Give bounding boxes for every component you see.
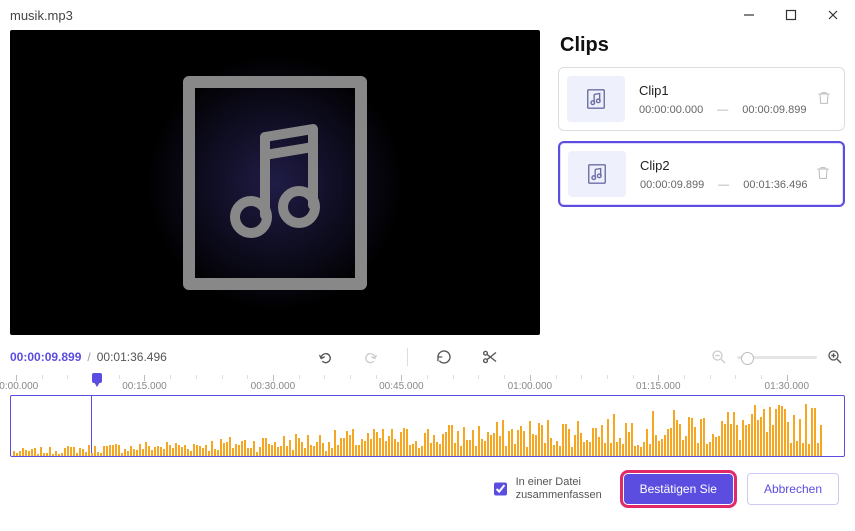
clip-time-separator: — [718,179,729,191]
music-note-icon [225,123,325,243]
close-button[interactable] [821,3,845,27]
timeline-ruler[interactable]: 00:00.00000:15.00000:30.00000:45.00001:0… [10,375,845,395]
undo-icon [316,348,334,366]
ruler-label: 00:30.000 [251,381,296,392]
clip-times: 00:00:00.000 — 00:00:09.899 [639,104,816,116]
current-time: 00:00:09.899 [10,350,81,364]
zoom-out-icon [710,348,728,366]
window-controls [737,3,845,27]
zoom-in-button[interactable] [825,347,845,367]
clip-card[interactable]: Clip1 00:00:00.000 — 00:00:09.899 [558,67,845,131]
scissors-icon [481,348,499,366]
control-divider [407,348,408,366]
merge-checkbox[interactable] [494,482,507,496]
clip-card[interactable]: Clip2 00:00:09.899 — 00:01:36.496 [558,141,845,207]
clip-thumbnail [568,151,626,197]
clip-name: Clip1 [639,83,816,98]
clip-thumbnail [567,76,625,122]
merge-label-text: In einer Datei zusammenfassen [516,476,610,502]
zoom-slider-thumb[interactable] [741,352,754,365]
zoom-controls [709,347,845,367]
clip-info: Clip1 00:00:00.000 — 00:00:09.899 [639,83,816,116]
clip-delete-button[interactable] [816,90,832,109]
clip-times: 00:00:09.899 — 00:01:36.496 [640,179,815,191]
edit-controls [107,347,709,367]
clip-end: 00:01:36.496 [743,179,807,191]
ruler-label: 00:00.000 [0,381,38,392]
clip-name: Clip2 [640,158,815,173]
clip-end: 00:00:09.899 [742,104,806,116]
merge-checkbox-label[interactable]: In einer Datei zusammenfassen [490,476,610,502]
music-file-icon [586,163,608,185]
playhead[interactable] [90,373,104,387]
undo-button[interactable] [315,347,335,367]
minimize-icon [743,9,755,21]
window-title: musik.mp3 [10,8,737,23]
media-preview [10,30,540,335]
cut-button[interactable] [480,347,500,367]
waveform-track[interactable] [10,395,845,457]
maximize-icon [785,9,797,21]
clip-time-separator: — [717,104,728,116]
main-area: Clips Clip1 00:00:00.000 — 00:00:09.899 [0,30,855,335]
clip-info: Clip2 00:00:09.899 — 00:01:36.496 [640,158,815,191]
trash-icon [815,165,831,181]
minimize-button[interactable] [737,3,761,27]
ruler-label: 01:30.000 [765,381,810,392]
redo-button[interactable] [361,347,381,367]
close-icon [827,9,839,21]
music-file-icon [585,88,607,110]
waveform [11,396,844,456]
zoom-out-button[interactable] [709,347,729,367]
maximize-button[interactable] [779,3,803,27]
music-frame [183,76,367,290]
ruler-label: 01:15.000 [636,381,681,392]
ruler-label: 00:45.000 [379,381,424,392]
refresh-icon [435,348,453,366]
confirm-button[interactable]: Bestätigen Sie [624,474,733,504]
controls-row: 00:00:09.899 / 00:01:36.496 [0,335,855,371]
clip-start: 00:00:09.899 [640,179,704,191]
ruler-label: 01:00.000 [508,381,553,392]
zoom-slider[interactable] [737,356,817,359]
time-separator: / [87,350,90,364]
clips-panel: Clips Clip1 00:00:00.000 — 00:00:09.899 [558,30,845,335]
reset-button[interactable] [434,347,454,367]
redo-icon [362,348,380,366]
title-bar: musik.mp3 [0,0,855,30]
clips-heading: Clips [560,34,845,57]
clip-start: 00:00:00.000 [639,104,703,116]
trash-icon [816,90,832,106]
ruler-label: 00:15.000 [122,381,167,392]
cancel-button[interactable]: Abbrechen [747,473,839,505]
zoom-in-icon [826,348,844,366]
clip-delete-button[interactable] [815,165,831,184]
footer: In einer Datei zusammenfassen Bestätigen… [0,457,855,513]
